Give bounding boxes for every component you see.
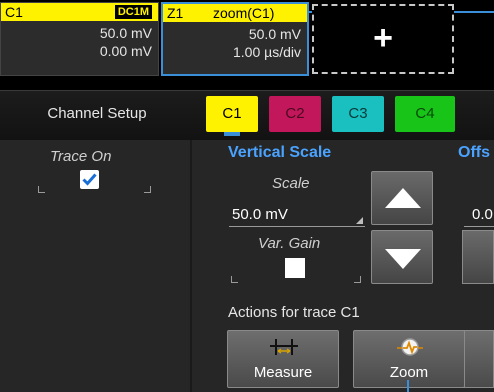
scale-up-button[interactable]	[371, 171, 433, 225]
measure-button-label: Measure	[253, 364, 313, 381]
z1-scale-value: 50.0 mV	[248, 26, 301, 42]
scale-down-button[interactable]	[371, 230, 433, 284]
trace-on-bracket-right	[144, 186, 151, 193]
z1-timebase-value: 1.00 µs/div	[233, 44, 301, 60]
c1-descriptor-header: C1 DC1M	[1, 3, 158, 21]
c1-offset-value: 0.00 mV	[99, 43, 152, 59]
vertical-scale-title: Vertical Scale	[228, 144, 332, 161]
down-arrow-icon	[385, 249, 421, 269]
offset-input-value: 0.0	[472, 206, 493, 223]
tab-channel-setup[interactable]: Channel Setup	[0, 92, 194, 136]
resize-handle-icon	[356, 217, 363, 224]
checkmark-icon	[82, 173, 97, 186]
measure-button[interactable]: Measure	[227, 330, 339, 388]
panel-divider	[190, 140, 192, 392]
c1-name: C1	[5, 4, 23, 20]
scale-input-value: 50.0 mV	[232, 206, 288, 223]
trace-on-bracket-left	[38, 186, 45, 193]
var-gain-checkbox[interactable]	[285, 258, 305, 278]
offset-button-partial[interactable]	[462, 230, 494, 284]
tab-c4[interactable]: C4	[395, 96, 455, 132]
scale-label: Scale	[272, 175, 310, 192]
plus-icon: +	[373, 19, 393, 57]
var-gain-bracket-left	[231, 276, 238, 283]
tab-c3[interactable]: C3	[332, 96, 384, 132]
trace-on-label: Trace On	[50, 148, 112, 165]
c1-scale-value: 50.0 mV	[99, 25, 152, 41]
tab-c1[interactable]: C1	[206, 96, 258, 132]
z1-name: Z1	[167, 5, 184, 21]
c1-coupling-tag: DC1M	[114, 5, 152, 19]
tab-c2[interactable]: C2	[269, 96, 321, 132]
z1-descriptor-box[interactable]: Z1 zoom(C1) 50.0 mV 1.00 µs/div	[161, 2, 309, 76]
active-tab-indicator	[224, 132, 240, 136]
z1-source: zoom(C1)	[213, 5, 275, 21]
offset-input[interactable]: 0.0	[464, 206, 494, 227]
action-button-partial[interactable]	[462, 330, 494, 388]
offset-title: Offs	[458, 144, 490, 161]
add-trace-button[interactable]: +	[312, 4, 454, 74]
var-gain-bracket-right	[354, 276, 361, 283]
zoom-button-indicator	[407, 380, 409, 392]
trace-on-checkbox[interactable]	[80, 170, 99, 189]
c1-descriptor-box[interactable]: C1 DC1M 50.0 mV 0.00 mV	[0, 2, 159, 76]
up-arrow-icon	[385, 188, 421, 208]
z1-descriptor-header: Z1 zoom(C1)	[163, 4, 307, 22]
zoom-button-label: Zoom	[389, 364, 429, 381]
actions-title: Actions for trace C1	[228, 304, 360, 321]
scale-input[interactable]: 50.0 mV	[229, 206, 365, 227]
var-gain-label: Var. Gain	[258, 235, 321, 252]
zoom-icon	[397, 338, 423, 356]
zoom-button[interactable]: Zoom	[353, 330, 465, 388]
measure-icon	[270, 339, 298, 355]
